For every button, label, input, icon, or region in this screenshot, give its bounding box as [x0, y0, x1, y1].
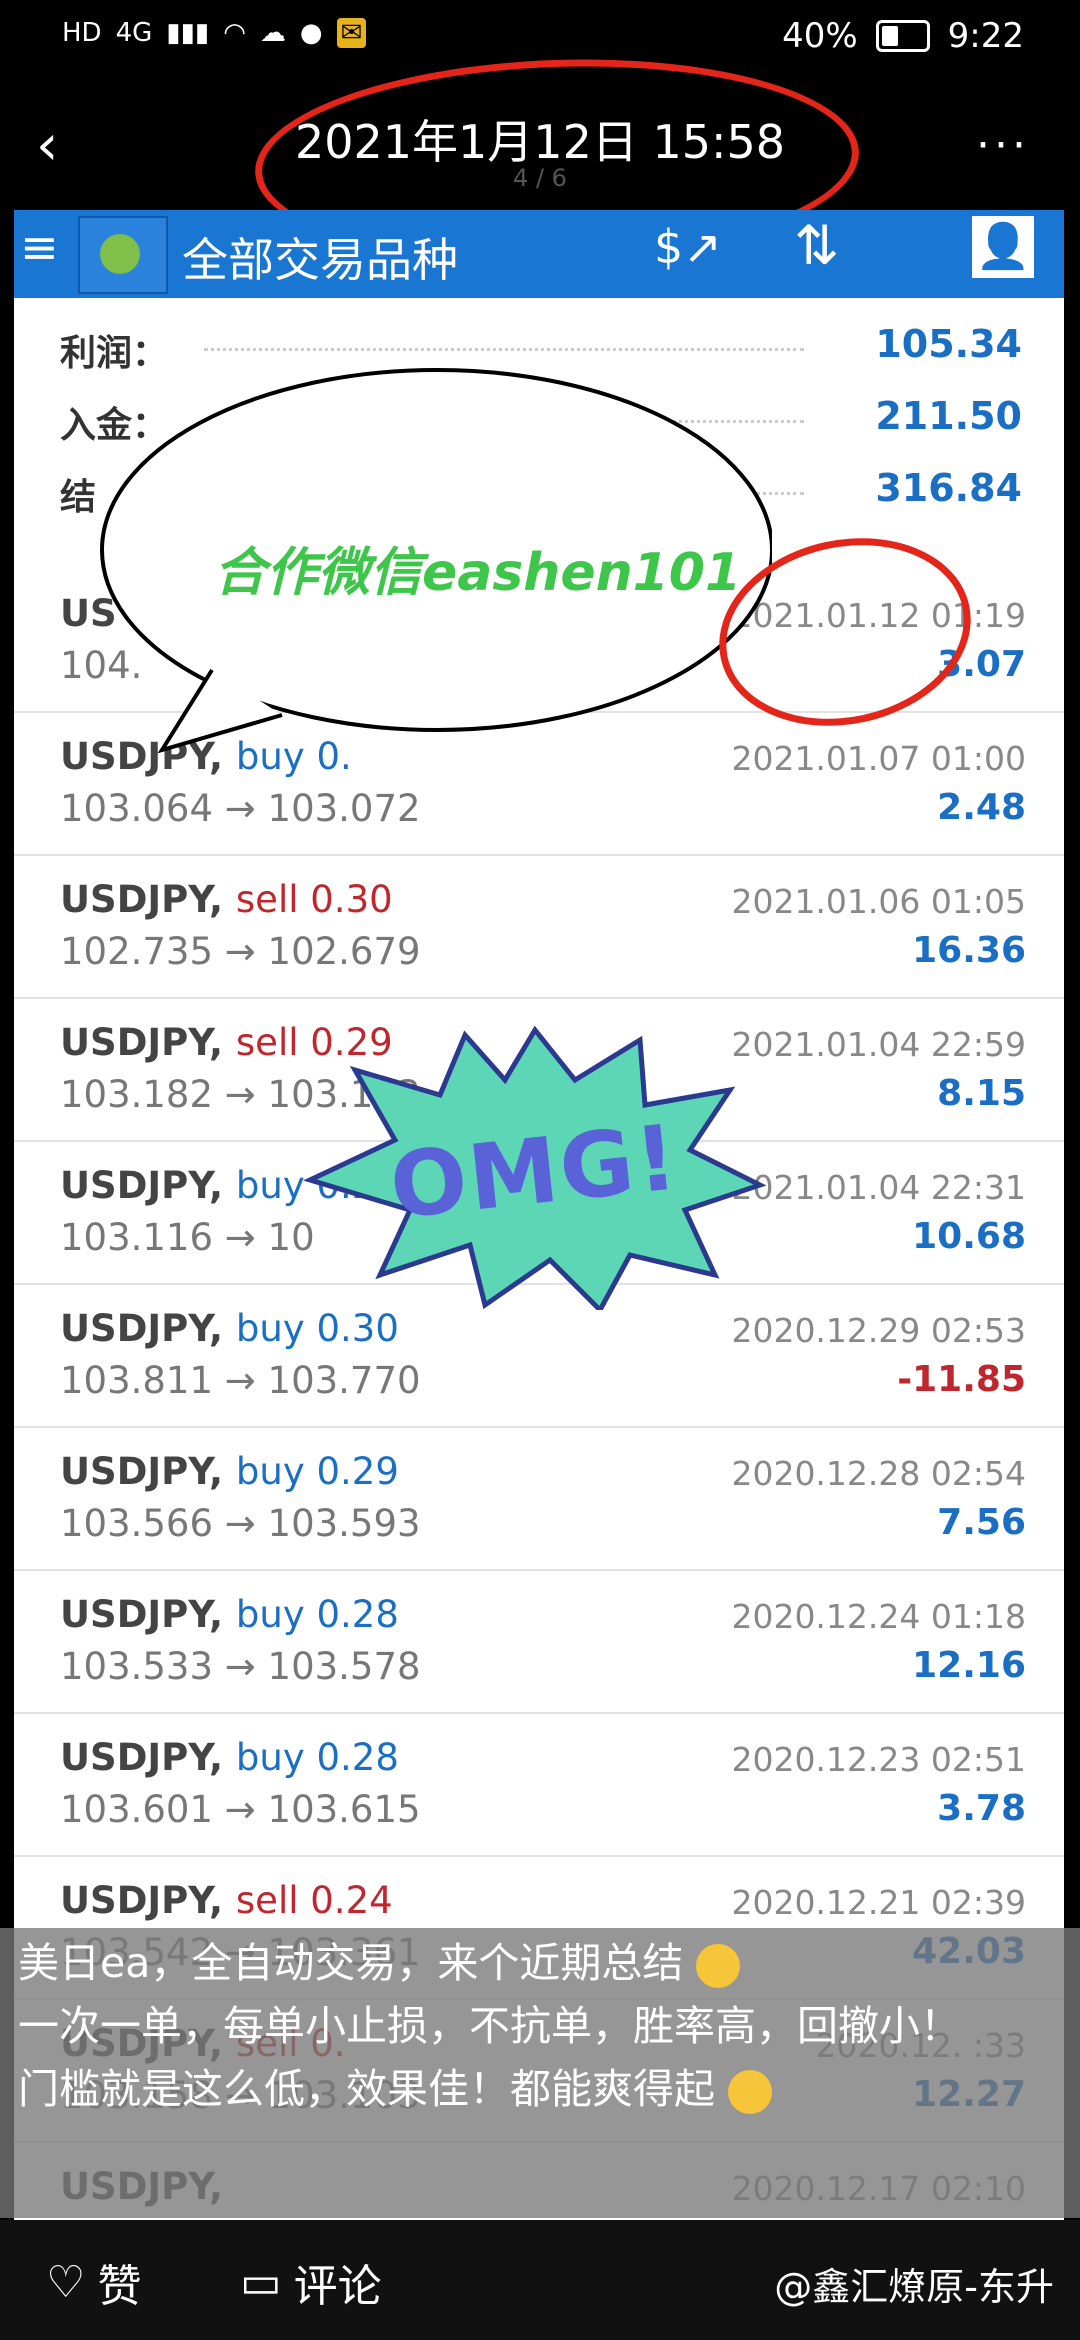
battery-icon: [875, 20, 930, 52]
symbol-text: USDJPY,: [60, 1164, 224, 1207]
app-logo: [78, 216, 168, 294]
trade-prices: 103.116 → 10: [60, 1216, 315, 1259]
trade-profit: 12.16: [912, 1645, 1026, 1686]
account-icon[interactable]: 👤: [972, 216, 1034, 278]
status-icons: HD 4G ▮▮▮ ◠ ☁ ● ✉: [62, 18, 367, 48]
heart-icon: ♡: [46, 2256, 86, 2308]
trade-prices: 103.811 → 103.770: [60, 1359, 421, 1402]
trade-time: 2020.12.23 02:51: [731, 1740, 1026, 1779]
cloud-icon: ☁: [259, 18, 286, 48]
trade-profit: 10.68: [912, 1216, 1026, 1257]
trade-side: sell 0.24: [235, 1879, 393, 1922]
wifi-icon: ◠: [223, 18, 246, 48]
caption-line: 门槛就是这么低，效果佳！都能爽得起: [18, 2065, 715, 2113]
hd-icon: HD: [62, 18, 102, 48]
trade-time: 2021.01.04 22:31: [731, 1168, 1026, 1207]
trade-row[interactable]: USDJPY, buy 0.28 103.533 → 103.578 2020.12…: [14, 1571, 1064, 1714]
trade-prices: 103.064 → 103.072: [60, 787, 421, 830]
caption-line: 美日ea，全自动交易，来个近期总结: [18, 1939, 684, 1987]
trade-symbol: USDJPY, buy 0.28: [60, 1593, 399, 1636]
trade-time: 2020.12.21 02:39: [731, 1883, 1026, 1922]
like-button[interactable]: ♡ 赞: [46, 2250, 141, 2314]
comment-button[interactable]: ▭ 评论: [240, 2250, 382, 2314]
trade-row[interactable]: USDJPY, buy 0.29 103.566 → 103.593 2020.12…: [14, 1428, 1064, 1571]
trade-symbol: USDJPY, sell 0.24: [60, 1879, 393, 1922]
trade-profit: 8.15: [937, 1073, 1026, 1114]
trade-row[interactable]: USDJPY, sell 0.30 102.735 → 102.679 2021.0…: [14, 856, 1064, 999]
symbol-text: USDJPY,: [60, 1450, 224, 1493]
trade-time: 2020.12.29 02:53: [731, 1311, 1026, 1350]
trade-time: 2020.12.24 01:18: [731, 1597, 1026, 1636]
symbols-icon[interactable]: $↗: [654, 220, 722, 274]
trade-prices: 103.566 → 103.593: [60, 1502, 421, 1545]
trade-side: buy 0.28: [235, 1736, 399, 1779]
post-caption: 美日ea，全自动交易，来个近期总结 一次一单，每单小止损，不抗单，胜率高，回撤小…: [0, 1928, 1080, 2218]
trade-profit: 2.48: [937, 787, 1026, 828]
trade-profit: 3.78: [937, 1788, 1026, 1829]
sort-icon[interactable]: ⇅: [794, 214, 839, 277]
trade-prices: 103.533 → 103.578: [60, 1645, 421, 1688]
mail-icon: ✉: [336, 18, 367, 48]
trade-prices: 102.735 → 102.679: [60, 930, 421, 973]
trade-time: 2021.01.07 01:00: [731, 739, 1026, 778]
trade-side: buy 0.29: [235, 1450, 399, 1493]
trade-side: buy 0.28: [235, 1593, 399, 1636]
symbol-text: USDJPY,: [60, 1307, 224, 1350]
summary-value: 316.84: [875, 466, 1022, 510]
trade-symbol: USDJPY, buy 0.29: [60, 1450, 399, 1493]
watermark-credit: @鑫汇燎原-东升: [774, 2265, 1054, 2309]
trade-profit: 16.36: [912, 930, 1026, 971]
like-label: 赞: [97, 2261, 142, 2312]
symbol-text: USDJPY,: [60, 1021, 224, 1064]
mask-emoji-icon: [696, 1944, 741, 1988]
battery-percent: 40%: [782, 16, 858, 56]
summary-value: 105.34: [875, 322, 1022, 366]
trade-profit: -11.85: [897, 1359, 1026, 1400]
summary-label: 结: [60, 477, 97, 518]
trade-time: 2021.01.04 22:59: [731, 1025, 1026, 1064]
bottom-action-bar: ♡ 赞 ▭ 评论 @鑫汇燎原-东升: [0, 2220, 1080, 2340]
thinking-emoji-icon: [728, 2070, 773, 2114]
trade-symbol: USDJPY, buy 0.30: [60, 1307, 399, 1350]
trade-side: buy 0.30: [235, 1307, 399, 1350]
trade-time: 2020.12.28 02:54: [731, 1454, 1026, 1493]
trade-symbol: USDJPY, buy 0.28: [60, 1736, 399, 1779]
qq-icon: ●: [299, 18, 323, 48]
wechat-contact-text: 合作微信eashen101: [214, 543, 742, 603]
trade-row[interactable]: USDJPY, buy 0.28 103.601 → 103.615 2020.12…: [14, 1714, 1064, 1857]
symbol-text: USDJPY,: [60, 1879, 224, 1922]
trade-symbol: USDJPY, sell 0.30: [60, 878, 393, 921]
network-icon: 4G: [115, 18, 153, 48]
clock: 9:22: [947, 16, 1024, 56]
trade-time: 2021.01.06 01:05: [731, 882, 1026, 921]
symbol-text: USDJPY,: [60, 1736, 224, 1779]
more-icon[interactable]: ···: [976, 120, 1030, 171]
symbol-text: USDJPY,: [60, 878, 224, 921]
signal-icon: ▮▮▮: [166, 18, 210, 48]
app-toolbar: ≡ 全部交易品种 $↗ ⇅ 👤: [14, 210, 1064, 298]
trade-side: sell 0.30: [235, 878, 393, 921]
status-right: 40% 9:22: [782, 16, 1024, 56]
summary-value: 211.50: [875, 394, 1022, 438]
symbol-text: USDJPY,: [60, 1593, 224, 1636]
trade-prices: 103.601 → 103.615: [60, 1788, 421, 1831]
app-title: 全部交易品种: [182, 233, 458, 287]
trade-profit: 7.56: [937, 1502, 1026, 1543]
caption-line: 一次一单，每单小止损，不抗单，胜率高，回撤小！: [18, 2002, 961, 2050]
comment-label: 评论: [293, 2261, 382, 2312]
comment-icon: ▭: [240, 2256, 282, 2308]
menu-icon[interactable]: ≡: [20, 220, 59, 274]
